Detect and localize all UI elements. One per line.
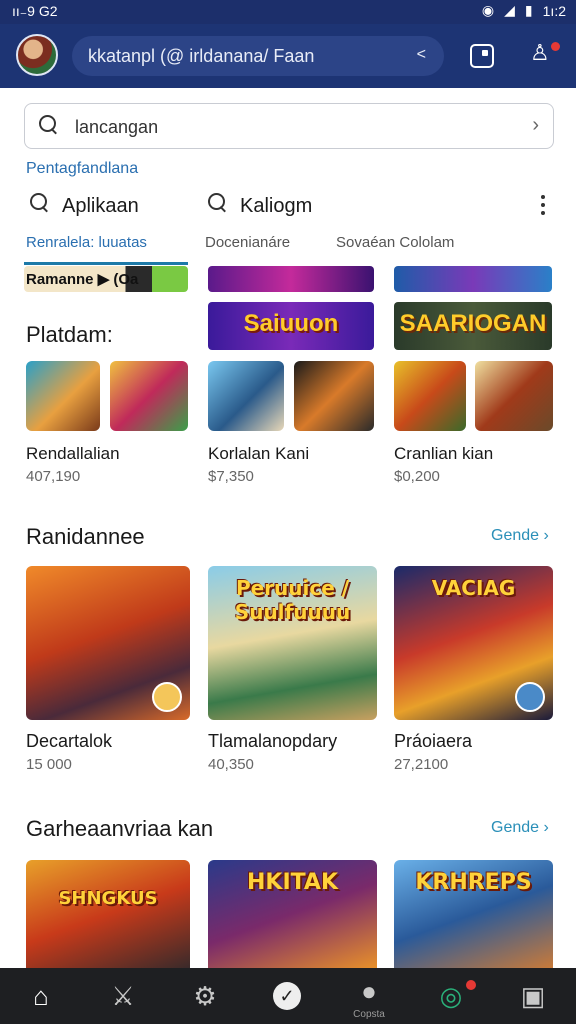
banner-ramanne[interactable]: Ramanne ▶ (Oa [24,266,188,292]
card-title[interactable]: Rendallalian [26,444,120,464]
signal-icon: ◢ [504,2,515,18]
card-title[interactable]: Cranlian kian [394,444,493,464]
banner-text: SAARIOGAN [399,310,547,337]
card-price: $7,350 [208,468,254,485]
profile-icon: ● [361,975,377,1006]
game-thumb[interactable] [475,361,553,431]
card-price: $0,200 [394,468,440,485]
search-icon [208,193,228,219]
card-title[interactable]: Decartalok [26,731,112,752]
status-icons: ◉ ◢ ▮ 1ı:2 [482,2,566,19]
nav-home[interactable]: ⌂ [0,968,82,1024]
card-price: 27,2100 [394,756,449,773]
banner-saiuuon[interactable]: Saiuuon [208,302,374,350]
search-input[interactable]: lancangan › [24,103,554,149]
status-time: ıı₋9 G2 [12,3,58,19]
game-thumb[interactable] [208,361,284,431]
search-value: lancangan [75,117,159,137]
avatar[interactable] [16,34,58,76]
app-search-bar[interactable]: kkatanpl (@ irldanana/ Faan < [72,36,444,76]
chip-label: Kaliogm [240,194,313,217]
banner-text: Saiuuon [243,310,339,337]
tab-sovaean[interactable]: Sovaéan Cololam [336,234,454,251]
section-header[interactable]: Pentagfandlana [26,160,138,178]
notification-icon[interactable]: ♙ [530,40,560,68]
game-thumb-large[interactable]: HKITAK [208,860,377,968]
nav-library[interactable]: ▣ [492,968,574,1024]
nav-sword[interactable]: ⚔ [82,968,164,1024]
see-more-link[interactable]: Gende › [491,819,549,837]
gear-icon: ⚙ [193,980,217,1011]
notification-dot [466,980,476,990]
library-icon: ▣ [520,980,546,1011]
card-price: 15 000 [26,756,72,773]
nav-profile[interactable]: ● Copsta [328,968,410,1024]
game-thumb-large[interactable]: Peruuice / Suulfuuuu [208,566,377,720]
game-art-title: Peruuice / Suulfuuuu [234,576,351,624]
card-price: 407,190 [26,468,81,485]
game-art-title: HKITAK [246,870,339,895]
tab-docenianare[interactable]: Docenianáre [205,234,290,251]
app-bar: kkatanpl (@ irldanana/ Faan < ♙ [0,24,576,88]
game-thumb-large[interactable]: KRHREPS [394,860,553,968]
banner-text: Ramanne ▶ (Oa [26,271,139,288]
share-icon[interactable]: < [417,46,426,64]
chip-kaliogm[interactable]: Kaliogm [208,193,312,219]
game-thumb-large[interactable]: SHNGKUS [26,860,190,968]
see-more-link[interactable]: Gende › [491,527,549,545]
banner-saariogan[interactable]: SAARIOGAN [394,302,552,350]
game-thumb-large[interactable]: VACIAG [394,566,553,720]
nav-chat[interactable]: ◎ [410,968,492,1024]
game-thumb[interactable] [394,361,466,431]
card-title[interactable]: Tlamalanopdary [208,731,337,752]
banner-top-3[interactable] [394,266,552,292]
nav-gear[interactable]: ⚙ [164,968,246,1024]
bottom-nav: ⌂ ⚔ ⚙ ✓ ● Copsta ◎ ▣ [0,968,576,1024]
more-vert-icon[interactable] [540,195,546,217]
app-search-text: kkatanpl (@ irldanana/ Faan [88,46,315,66]
game-art-title: SHNGKUS [58,888,158,909]
game-badge [152,682,182,712]
card-title[interactable]: Korlalan Kani [208,444,309,464]
chat-icon: ◎ [439,980,463,1011]
game-art-title: VACIAG [431,576,516,600]
search-icon [30,193,50,219]
chip-label: Aplikaan [62,194,139,217]
battery-icon: ▮ [524,2,533,18]
chip-aplikaan[interactable]: Aplikaan [30,193,139,219]
banner-top-2[interactable] [208,266,374,292]
row-title-games: Garheaanvriaa kan [26,816,214,841]
eye-icon: ◉ [481,2,495,18]
search-icon [39,115,59,140]
card-price: 40,350 [208,756,254,773]
row-title-random: Ranidannee [26,524,145,549]
game-art-title: KRHREPS [415,870,532,895]
game-thumb[interactable] [294,361,374,431]
game-badge [515,682,545,712]
tab-renralela[interactable]: Renralela: luuatas [26,234,147,251]
nav-label: Copsta [353,1009,385,1020]
status-clock: 1ı:2 [542,2,566,19]
notification-dot [551,42,560,51]
card-title[interactable]: Práoiaera [394,731,472,752]
game-thumb[interactable] [26,361,100,431]
tab-indicator [24,262,188,265]
row-title-platform: Platdam: [26,322,113,347]
check-icon: ✓ [273,982,301,1010]
status-bar: ıı₋9 G2 ◉ ◢ ▮ 1ı:2 [0,0,576,24]
sword-icon: ⚔ [111,980,135,1011]
nav-check[interactable]: ✓ [246,968,328,1024]
cast-icon[interactable] [470,44,494,68]
chevron-right-icon[interactable]: › [532,114,539,137]
game-thumb-large[interactable] [26,566,190,720]
home-icon: ⌂ [33,980,49,1011]
game-thumb[interactable] [110,361,188,431]
